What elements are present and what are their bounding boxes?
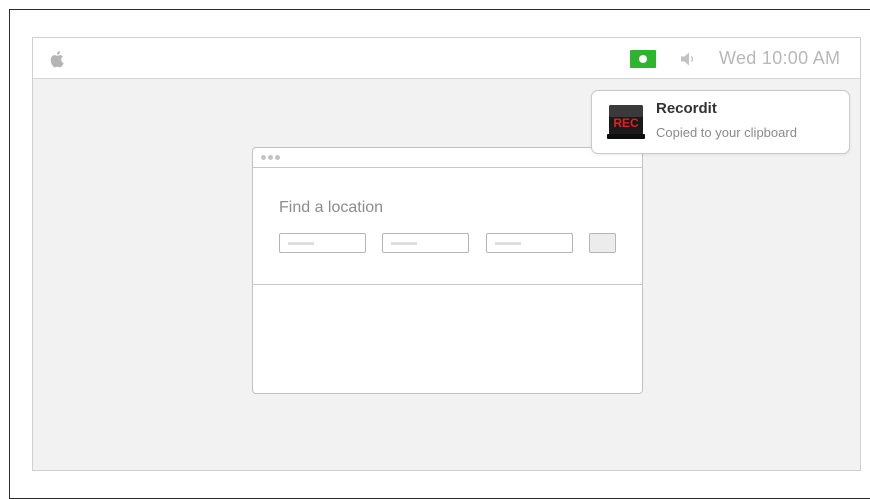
window-minimize-dot[interactable] (268, 155, 273, 160)
location-field-3[interactable] (486, 233, 573, 253)
form-title: Find a location (279, 199, 384, 216)
app-window[interactable]: Find a location (252, 147, 643, 394)
notification-banner[interactable]: REC Recordit Copied to your clipboard (591, 90, 850, 154)
window-titlebar[interactable] (253, 148, 642, 168)
recordit-app-icon: REC (607, 105, 645, 139)
notification-body: Copied to your clipboard (656, 125, 797, 140)
window-zoom-dot[interactable] (275, 155, 280, 160)
location-field-1[interactable] (279, 233, 366, 253)
placeholder-line (288, 242, 314, 245)
menu-bar-clock[interactable]: Wed 10:00 AM (719, 48, 840, 69)
location-field-2[interactable] (382, 233, 469, 253)
recording-status-icon[interactable] (630, 50, 656, 68)
app-icon-label: REC (613, 116, 639, 130)
menu-bar: Wed 10:00 AM (33, 38, 860, 79)
search-button[interactable] (589, 233, 616, 253)
volume-icon[interactable] (680, 51, 698, 67)
content-divider (253, 284, 642, 285)
notification-title: Recordit (656, 100, 717, 117)
window-close-dot[interactable] (261, 155, 266, 160)
placeholder-line (495, 242, 521, 245)
placeholder-line (391, 242, 417, 245)
apple-icon[interactable] (50, 50, 66, 68)
